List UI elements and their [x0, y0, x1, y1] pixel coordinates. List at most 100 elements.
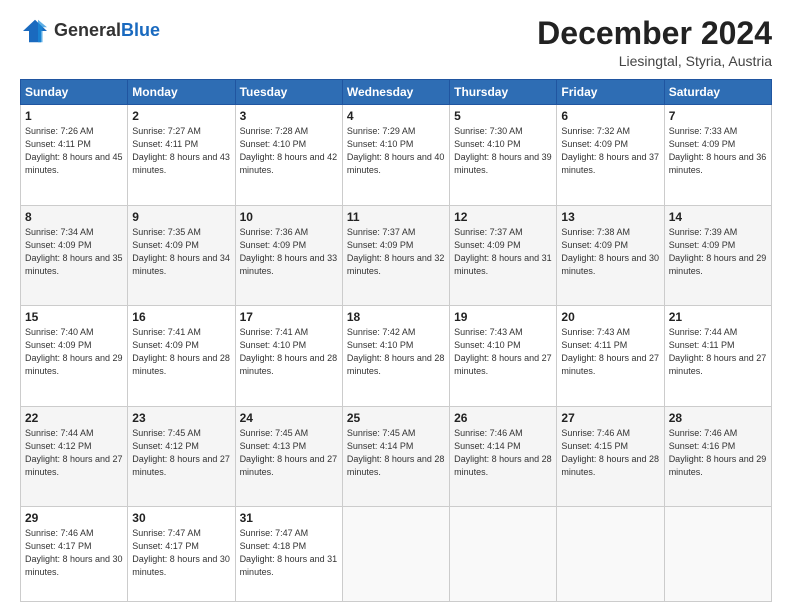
- day-number: 7: [669, 109, 767, 123]
- col-monday: Monday: [128, 80, 235, 105]
- col-saturday: Saturday: [664, 80, 771, 105]
- calendar-body: 1 Sunrise: 7:26 AMSunset: 4:11 PMDaylight…: [21, 105, 772, 602]
- calendar-table: Sunday Monday Tuesday Wednesday Thursday…: [20, 79, 772, 602]
- week-row-2: 8 Sunrise: 7:34 AMSunset: 4:09 PMDaylight…: [21, 205, 772, 306]
- table-row: 30 Sunrise: 7:47 AMSunset: 4:17 PMDayligh…: [128, 507, 235, 602]
- day-info: Sunrise: 7:36 AMSunset: 4:09 PMDaylight:…: [240, 226, 338, 278]
- day-number: 30: [132, 511, 230, 525]
- table-row: 7 Sunrise: 7:33 AMSunset: 4:09 PMDaylight…: [664, 105, 771, 206]
- table-row: 1 Sunrise: 7:26 AMSunset: 4:11 PMDaylight…: [21, 105, 128, 206]
- day-number: 28: [669, 411, 767, 425]
- day-number: 8: [25, 210, 123, 224]
- table-row: 2Sunrise: 7:27 AMSunset: 4:11 PMDaylight…: [128, 105, 235, 206]
- day-number: 19: [454, 310, 552, 324]
- day-number: 22: [25, 411, 123, 425]
- day-info: Sunrise: 7:41 AMSunset: 4:09 PMDaylight:…: [132, 326, 230, 378]
- day-number: 21: [669, 310, 767, 324]
- logo: GeneralBlue: [20, 16, 160, 46]
- day-number: 18: [347, 310, 445, 324]
- col-wednesday: Wednesday: [342, 80, 449, 105]
- day-number: 24: [240, 411, 338, 425]
- table-row: 18 Sunrise: 7:42 AMSunset: 4:10 PMDayligh…: [342, 306, 449, 407]
- table-row: 29Sunrise: 7:46 AMSunset: 4:17 PMDayligh…: [21, 507, 128, 602]
- table-row: 13Sunrise: 7:38 AMSunset: 4:09 PMDayligh…: [557, 205, 664, 306]
- day-info: Sunrise: 7:47 AMSunset: 4:17 PMDaylight:…: [132, 527, 230, 579]
- col-tuesday: Tuesday: [235, 80, 342, 105]
- day-number: 10: [240, 210, 338, 224]
- table-row: 15Sunrise: 7:40 AMSunset: 4:09 PMDayligh…: [21, 306, 128, 407]
- week-row-4: 22 Sunrise: 7:44 AMSunset: 4:12 PMDayligh…: [21, 406, 772, 507]
- day-number: 31: [240, 511, 338, 525]
- day-info: Sunrise: 7:28 AMSunset: 4:10 PMDaylight:…: [240, 125, 338, 177]
- day-info: Sunrise: 7:26 AMSunset: 4:11 PMDaylight:…: [25, 125, 123, 177]
- page-subtitle: Liesingtal, Styria, Austria: [537, 53, 772, 69]
- day-info: Sunrise: 7:41 AMSunset: 4:10 PMDaylight:…: [240, 326, 338, 378]
- table-row: 6Sunrise: 7:32 AMSunset: 4:09 PMDaylight…: [557, 105, 664, 206]
- day-number: 1: [25, 109, 123, 123]
- day-info: Sunrise: 7:46 AMSunset: 4:14 PMDaylight:…: [454, 427, 552, 479]
- day-info: Sunrise: 7:46 AMSunset: 4:15 PMDaylight:…: [561, 427, 659, 479]
- table-row: 28 Sunrise: 7:46 AMSunset: 4:16 PMDayligh…: [664, 406, 771, 507]
- day-info: Sunrise: 7:44 AMSunset: 4:12 PMDaylight:…: [25, 427, 123, 479]
- day-info: Sunrise: 7:34 AMSunset: 4:09 PMDaylight:…: [25, 226, 123, 278]
- week-row-1: 1 Sunrise: 7:26 AMSunset: 4:11 PMDaylight…: [21, 105, 772, 206]
- day-number: 2: [132, 109, 230, 123]
- day-info: Sunrise: 7:44 AMSunset: 4:11 PMDaylight:…: [669, 326, 767, 378]
- table-row: 3 Sunrise: 7:28 AMSunset: 4:10 PMDaylight…: [235, 105, 342, 206]
- week-row-3: 15Sunrise: 7:40 AMSunset: 4:09 PMDayligh…: [21, 306, 772, 407]
- page: GeneralBlue December 2024 Liesingtal, St…: [0, 0, 792, 612]
- day-info: Sunrise: 7:42 AMSunset: 4:10 PMDaylight:…: [347, 326, 445, 378]
- day-number: 17: [240, 310, 338, 324]
- col-friday: Friday: [557, 80, 664, 105]
- day-info: Sunrise: 7:43 AMSunset: 4:11 PMDaylight:…: [561, 326, 659, 378]
- table-row: 14Sunrise: 7:39 AMSunset: 4:09 PMDayligh…: [664, 205, 771, 306]
- day-info: Sunrise: 7:46 AMSunset: 4:17 PMDaylight:…: [25, 527, 123, 579]
- day-number: 26: [454, 411, 552, 425]
- day-info: Sunrise: 7:45 AMSunset: 4:12 PMDaylight:…: [132, 427, 230, 479]
- table-row: 22 Sunrise: 7:44 AMSunset: 4:12 PMDayligh…: [21, 406, 128, 507]
- week-row-5: 29Sunrise: 7:46 AMSunset: 4:17 PMDayligh…: [21, 507, 772, 602]
- col-thursday: Thursday: [450, 80, 557, 105]
- table-row: 21 Sunrise: 7:44 AMSunset: 4:11 PMDayligh…: [664, 306, 771, 407]
- day-info: Sunrise: 7:45 AMSunset: 4:13 PMDaylight:…: [240, 427, 338, 479]
- day-number: 5: [454, 109, 552, 123]
- day-info: Sunrise: 7:43 AMSunset: 4:10 PMDaylight:…: [454, 326, 552, 378]
- day-number: 3: [240, 109, 338, 123]
- table-row: 17 Sunrise: 7:41 AMSunset: 4:10 PMDayligh…: [235, 306, 342, 407]
- table-row: 9Sunrise: 7:35 AMSunset: 4:09 PMDaylight…: [128, 205, 235, 306]
- day-info: Sunrise: 7:39 AMSunset: 4:09 PMDaylight:…: [669, 226, 767, 278]
- table-row: 11Sunrise: 7:37 AMSunset: 4:09 PMDayligh…: [342, 205, 449, 306]
- day-number: 23: [132, 411, 230, 425]
- table-row: 23 Sunrise: 7:45 AMSunset: 4:12 PMDayligh…: [128, 406, 235, 507]
- day-info: Sunrise: 7:40 AMSunset: 4:09 PMDaylight:…: [25, 326, 123, 378]
- table-row: 31 Sunrise: 7:47 AMSunset: 4:18 PMDayligh…: [235, 507, 342, 602]
- title-block: December 2024 Liesingtal, Styria, Austri…: [537, 16, 772, 69]
- day-number: 27: [561, 411, 659, 425]
- table-row: [664, 507, 771, 602]
- col-sunday: Sunday: [21, 80, 128, 105]
- day-info: Sunrise: 7:46 AMSunset: 4:16 PMDaylight:…: [669, 427, 767, 479]
- table-row: 12 Sunrise: 7:37 AMSunset: 4:09 PMDayligh…: [450, 205, 557, 306]
- day-info: Sunrise: 7:33 AMSunset: 4:09 PMDaylight:…: [669, 125, 767, 177]
- day-info: Sunrise: 7:32 AMSunset: 4:09 PMDaylight:…: [561, 125, 659, 177]
- header: GeneralBlue December 2024 Liesingtal, St…: [20, 16, 772, 69]
- day-number: 12: [454, 210, 552, 224]
- header-row: Sunday Monday Tuesday Wednesday Thursday…: [21, 80, 772, 105]
- day-info: Sunrise: 7:47 AMSunset: 4:18 PMDaylight:…: [240, 527, 338, 579]
- logo-text: GeneralBlue: [54, 21, 160, 41]
- table-row: [342, 507, 449, 602]
- table-row: 19 Sunrise: 7:43 AMSunset: 4:10 PMDayligh…: [450, 306, 557, 407]
- logo-icon: [20, 16, 50, 46]
- day-number: 11: [347, 210, 445, 224]
- day-info: Sunrise: 7:37 AMSunset: 4:09 PMDaylight:…: [454, 226, 552, 278]
- calendar-header: Sunday Monday Tuesday Wednesday Thursday…: [21, 80, 772, 105]
- day-number: 25: [347, 411, 445, 425]
- day-number: 20: [561, 310, 659, 324]
- day-number: 4: [347, 109, 445, 123]
- day-info: Sunrise: 7:29 AMSunset: 4:10 PMDaylight:…: [347, 125, 445, 177]
- table-row: 8 Sunrise: 7:34 AMSunset: 4:09 PMDaylight…: [21, 205, 128, 306]
- table-row: 20 Sunrise: 7:43 AMSunset: 4:11 PMDayligh…: [557, 306, 664, 407]
- table-row: 16Sunrise: 7:41 AMSunset: 4:09 PMDayligh…: [128, 306, 235, 407]
- day-number: 9: [132, 210, 230, 224]
- table-row: [557, 507, 664, 602]
